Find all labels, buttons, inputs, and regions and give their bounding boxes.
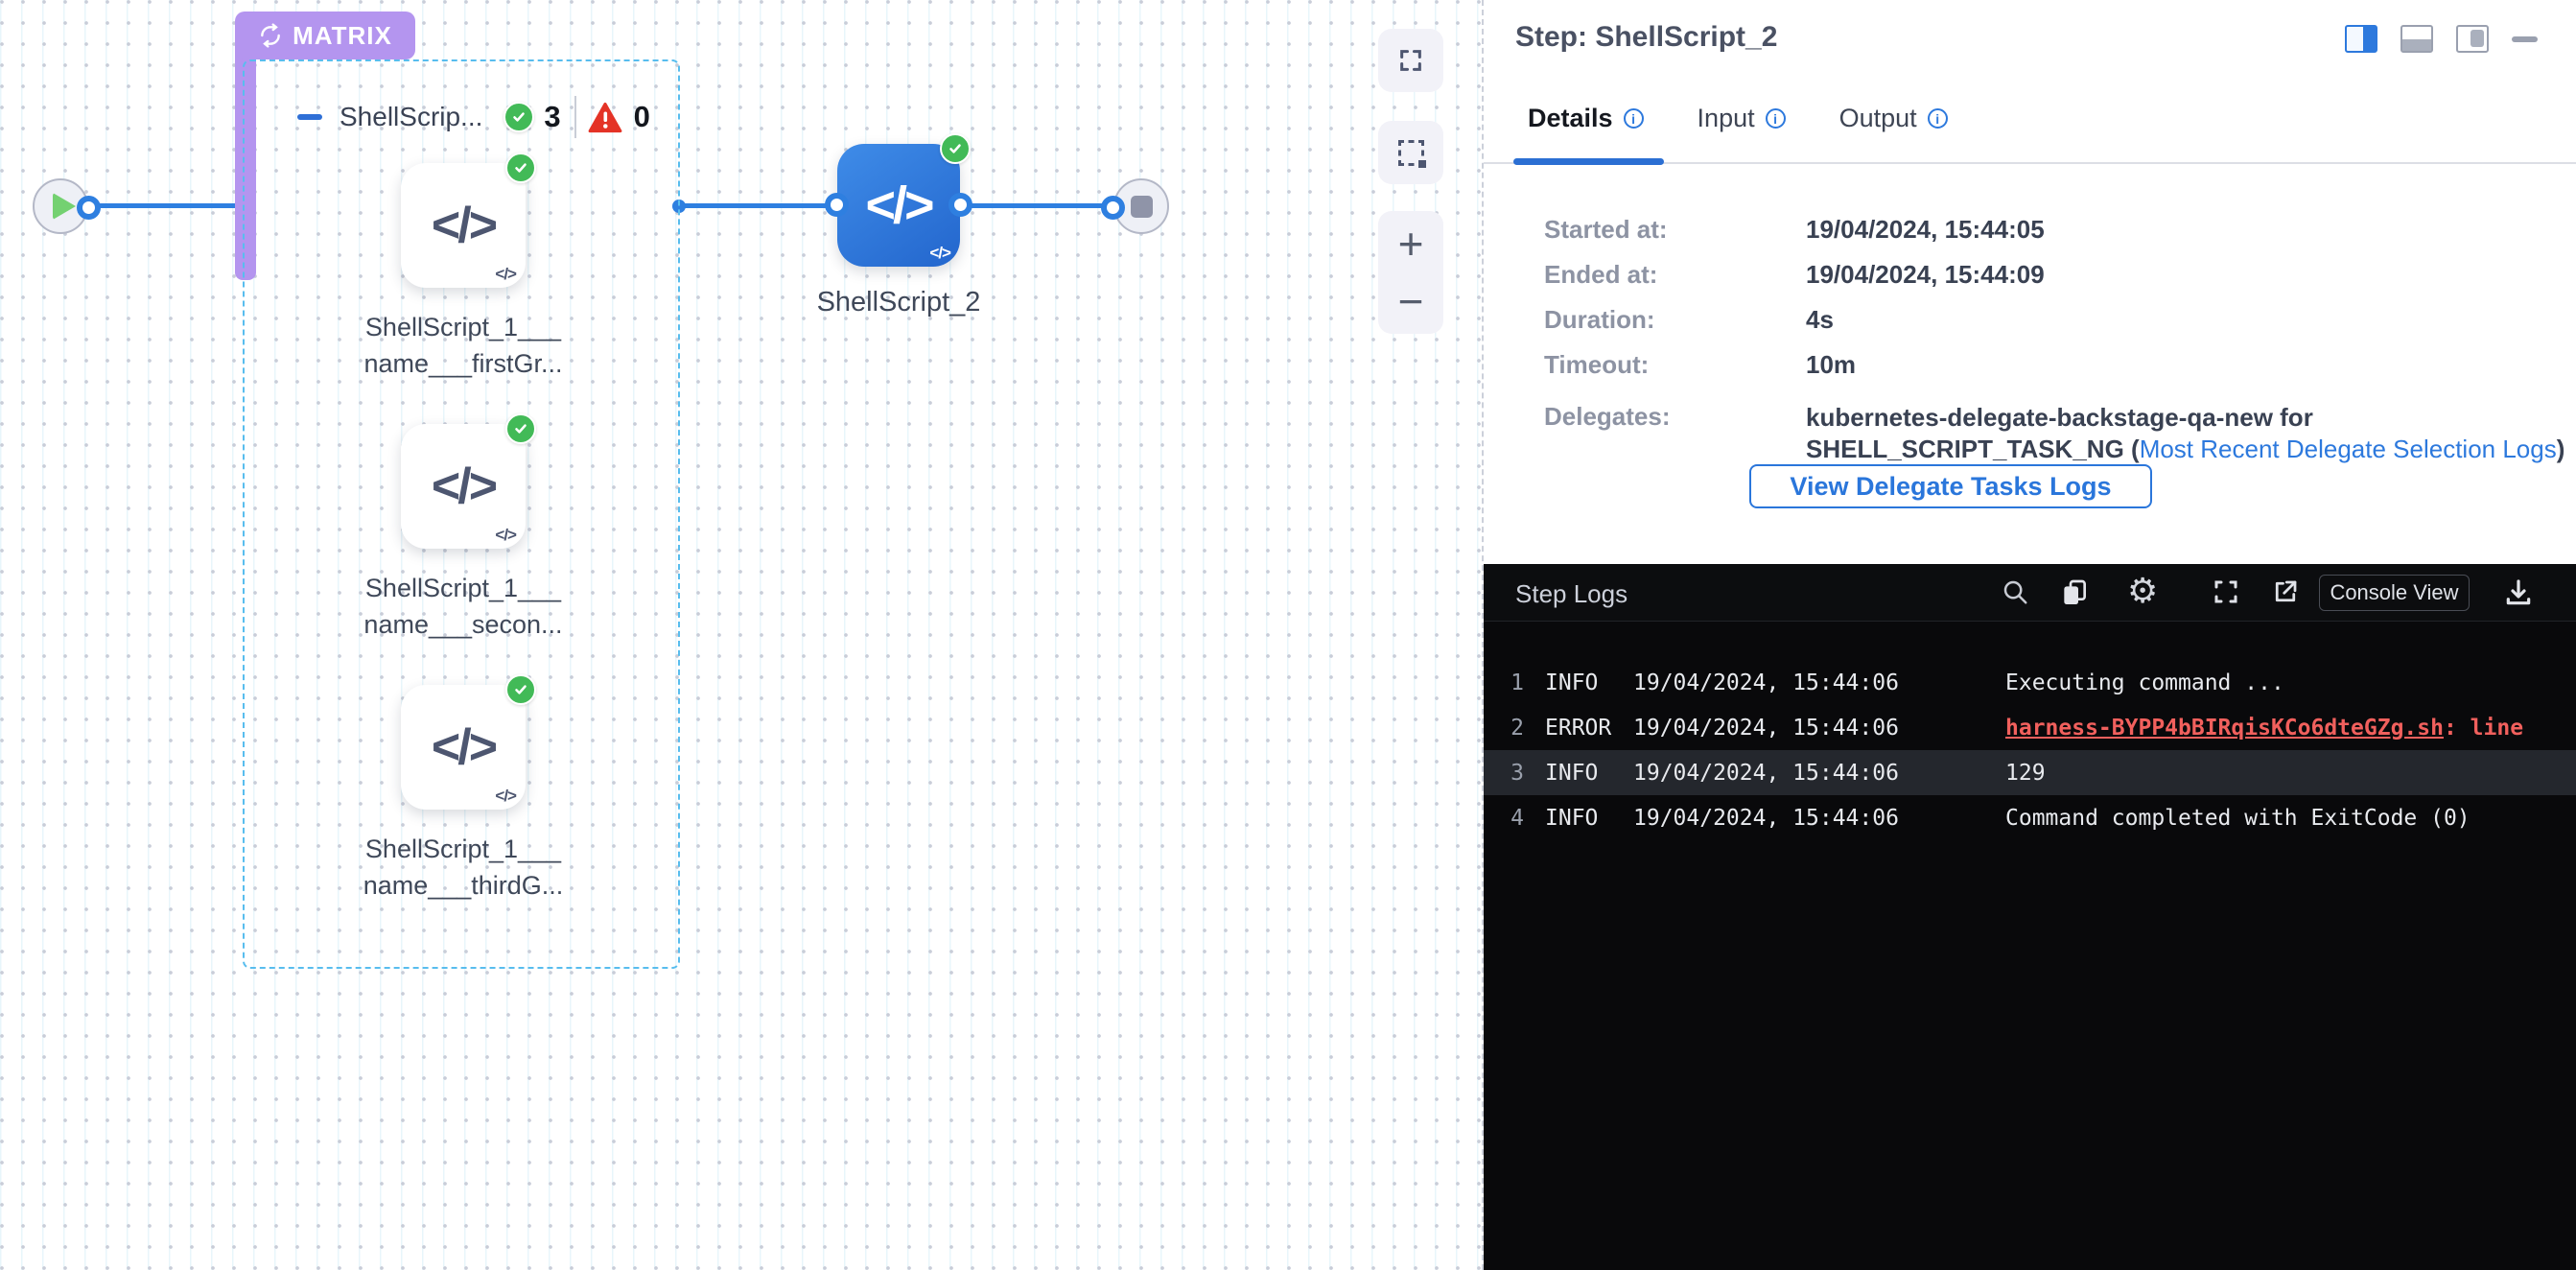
log-line: 4 INFO 19/04/2024, 15:44:06 Command comp… [1484,795,2576,840]
log-level: ERROR [1545,716,1633,741]
step-node-label: ShellScript_2 [745,284,1052,320]
error-count: 0 [634,100,650,134]
success-count: 3 [544,100,560,134]
pipeline-canvas[interactable]: MATRIX ShellScrip... 3 0 </> [0,0,1484,1270]
warning-icon [588,102,622,133]
tab-bar: Details i Input i Output i [1528,104,1948,133]
port-dot [77,196,101,220]
matrix-badge[interactable]: MATRIX [235,12,415,59]
layout-bottom-view-button[interactable] [2400,25,2433,53]
log-timestamp: 19/04/2024, 15:44:06 [1633,670,1911,695]
port-dot [1101,196,1125,220]
loop-icon [258,23,283,48]
layout-split-view-button[interactable] [2345,25,2377,53]
log-line-number: 1 [1484,670,1524,695]
log-level: INFO [1545,670,1633,695]
gear-icon[interactable]: ⚙ [2127,576,2158,606]
log-line-number: 3 [1484,761,1524,786]
step-logs-title: Step Logs [1515,579,1628,609]
canvas-fullscreen-button[interactable] [1378,29,1443,92]
matrix-title: ShellScrip... [340,102,482,132]
log-level: INFO [1545,806,1633,831]
canvas-zoom-control: + − [1378,211,1443,334]
pipeline-execution-view: MATRIX ShellScrip... 3 0 </> [0,0,2576,1270]
expand-icon[interactable] [2212,577,2240,606]
tab-output[interactable]: Output i [1839,104,1948,133]
fullscreen-icon [1397,47,1424,74]
search-icon[interactable] [2001,577,2029,606]
info-icon[interactable]: i [1624,108,1644,129]
log-timestamp: 19/04/2024, 15:44:06 [1633,716,1911,741]
info-icon[interactable]: i [1928,108,1948,129]
log-message: Command completed with ExitCode (0) [2005,806,2471,831]
step-logs-panel: Step Logs ⚙ Console View 1 [1484,564,2576,1270]
panel-title: Step: ShellScript_2 [1515,21,1777,54]
step-logs-header: Step Logs ⚙ Console View [1484,564,2576,622]
view-delegate-tasks-logs-button[interactable]: View Delegate Tasks Logs [1749,464,2152,508]
tab-details[interactable]: Details i [1528,104,1644,133]
start-node[interactable] [33,178,88,234]
tab-input[interactable]: Input i [1698,104,1786,133]
edge-line [679,203,839,208]
code-icon: </> [865,176,931,235]
log-error-script-link[interactable]: harness-BYPP4bBIRqisKCo6dteGZg.sh [2005,716,2444,741]
stop-icon [1131,196,1153,218]
log-timestamp: 19/04/2024, 15:44:06 [1633,806,1911,831]
canvas-select-button[interactable] [1378,121,1443,184]
log-line-number: 2 [1484,716,1524,741]
log-message: 129 [2005,761,2046,786]
end-node[interactable] [1113,178,1169,234]
log-output[interactable]: 1 INFO 19/04/2024, 15:44:06 Executing co… [1484,660,2576,840]
detail-row: Duration: 4s [1544,305,1745,335]
check-icon [503,102,534,132]
detail-row: Timeout: 10m [1544,350,1745,380]
delegate-selection-logs-link[interactable]: Most Recent Delegate Selection Logs [2140,435,2557,463]
edge-line [959,203,1110,208]
info-icon[interactable]: i [1766,108,1786,129]
delegates-row: Delegates: kubernetes-delegate-backstage… [1544,402,1745,432]
step-node-shellscript-2[interactable]: </> </> [837,144,960,267]
zoom-out-button[interactable]: − [1398,282,1424,320]
port-dot [948,193,972,217]
matrix-group: ShellScrip... 3 0 [243,59,680,969]
minimize-button[interactable] [2512,36,2538,42]
zoom-in-button[interactable]: + [1398,224,1424,263]
detail-row: Started at: 19/04/2024, 15:44:05 [1544,215,1745,245]
log-timestamp: 19/04/2024, 15:44:06 [1633,761,1911,786]
log-message: harness-BYPP4bBIRqisKCo6dteGZg.sh: line [2005,716,2523,741]
download-icon[interactable] [2503,577,2534,608]
step-details-panel: Step: ShellScript_2 Details i Input i Ou… [1484,0,2576,564]
play-icon [53,193,76,220]
log-line: 1 INFO 19/04/2024, 15:44:06 Executing co… [1484,660,2576,705]
matrix-badge-label: MATRIX [293,21,392,51]
log-message: Executing command ... [2005,670,2284,695]
port-dot [825,193,849,217]
selection-icon [1398,140,1424,166]
divider [574,96,576,138]
log-line-number: 4 [1484,806,1524,831]
layout-float-view-button[interactable] [2456,25,2489,53]
active-tab-indicator [1513,158,1664,165]
external-link-icon[interactable] [2271,577,2300,606]
code-mini-icon: </> [929,244,950,263]
edge-line [87,203,243,208]
collapse-matrix-button[interactable] [297,114,322,120]
log-line: 3 INFO 19/04/2024, 15:44:06 129 [1484,750,2576,795]
success-status-icon [940,133,971,164]
log-line: 2 ERROR 19/04/2024, 15:44:06 harness-BYP… [1484,705,2576,750]
console-view-button[interactable]: Console View [2319,575,2470,611]
log-level: INFO [1545,761,1633,786]
detail-row: Ended at: 19/04/2024, 15:44:09 [1544,260,1745,290]
copy-icon[interactable] [2059,577,2090,608]
